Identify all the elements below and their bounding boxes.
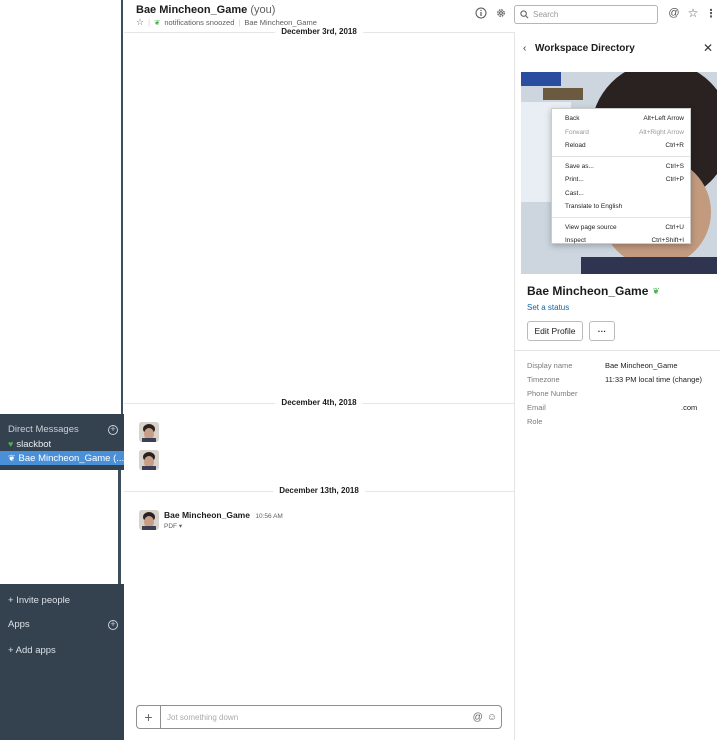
add-apps-link[interactable]: + Add apps (8, 645, 56, 656)
gear-icon[interactable] (494, 6, 508, 20)
field-value-email[interactable]: .com (681, 403, 697, 412)
field-label: Role (527, 417, 543, 426)
channel-subtitle-name: Bae Mincheon_Game (244, 18, 317, 27)
presence-icon: ❦ (652, 285, 660, 296)
edit-profile-button[interactable]: Edit Profile (527, 321, 583, 341)
app-window: Direct Messages + ♥ slackbot ❦ Bae Minch… (0, 0, 720, 740)
more-actions-button[interactable]: ··· (589, 321, 615, 341)
chevron-left-icon[interactable]: ‹ (523, 43, 526, 54)
invite-people-link[interactable]: + Invite people (8, 595, 70, 606)
add-dm-icon[interactable]: + (108, 424, 118, 435)
search-input[interactable]: Search (514, 5, 658, 24)
menu-item-view-source[interactable]: View page source Ctrl+U (552, 221, 690, 235)
direct-messages-section: Direct Messages + ♥ slackbot ❦ Bae Minch… (0, 414, 124, 470)
menu-item-print[interactable]: Print... Ctrl+P (552, 173, 690, 187)
date-label: December 3rd, 2018 (275, 27, 363, 36)
menu-item-forward: Forward Alt+Right Arrow (565, 128, 684, 136)
set-status-link[interactable]: Set a status (527, 303, 569, 312)
presence-icon: ❦ (154, 18, 161, 27)
menu-item-reload[interactable]: Reload Ctrl+R (552, 139, 690, 153)
field-label: Email (527, 403, 546, 412)
header-actions (474, 6, 508, 20)
search-icon (520, 10, 529, 19)
composer-input[interactable]: Jot something down (161, 713, 473, 722)
direct-messages-label: Direct Messages (8, 424, 79, 435)
header-actions-right: @ ☆ ⋮ (667, 6, 718, 20)
caret-down-icon[interactable]: ▾ (179, 523, 182, 530)
menu-item-translate[interactable]: Translate to English (552, 200, 690, 214)
avatar[interactable] (139, 510, 159, 530)
sidebar: Direct Messages + ♥ slackbot ❦ Bae Minch… (0, 0, 124, 740)
field-label: Timezone (527, 375, 560, 384)
sidebar-item-label: slackbot (16, 438, 52, 450)
menu-item-cast[interactable]: Cast... (552, 187, 690, 201)
mentions-icon[interactable]: @ (667, 6, 681, 20)
avatar[interactable] (139, 450, 159, 470)
date-divider: December 13th, 2018 (124, 486, 514, 496)
message-pane: Bae Mincheon_Game (you) ☆ | ❦ notificati… (124, 0, 717, 740)
info-icon[interactable] (474, 6, 488, 20)
profile-name: Bae Mincheon_Game ❦ (527, 284, 660, 298)
apps-header[interactable]: Apps + (8, 619, 118, 630)
sidebar-item-label: Bae Mincheon_Game (... (18, 452, 124, 464)
panel-divider (515, 350, 720, 351)
sidebar-bottom: + Invite people Apps + + Add apps (0, 584, 124, 740)
date-label: December 4th, 2018 (275, 398, 363, 407)
direct-messages-header[interactable]: Direct Messages + (8, 424, 118, 435)
attach-plus-icon[interactable]: + (137, 706, 161, 728)
search-placeholder: Search (533, 10, 559, 19)
date-divider: December 3rd, 2018 (124, 27, 514, 37)
context-menu: Back Alt+Left Arrow Forward Alt+Right Ar… (551, 108, 691, 244)
profile-photo: Back Alt+Left Arrow Forward Alt+Right Ar… (521, 72, 717, 274)
menu-item-save-as[interactable]: Save as... Ctrl+S (552, 160, 690, 174)
sidebar-item-slackbot[interactable]: ♥ slackbot (0, 437, 124, 451)
date-label: December 13th, 2018 (273, 486, 365, 495)
file-type: PDF (164, 523, 177, 530)
heart-icon: ♥ (8, 439, 14, 449)
message-composer[interactable]: + Jot something down @ ☺ (136, 705, 502, 729)
message-header: Bae Mincheon_Game 10:56 AM (164, 510, 283, 520)
add-app-icon[interactable]: + (108, 619, 118, 630)
panel-title: Workspace Directory (535, 43, 635, 54)
field-label: Phone Number (527, 389, 578, 398)
sidebar-item-self[interactable]: ❦ Bae Mincheon_Game (... (0, 451, 124, 465)
presence-icon: ❦ (8, 452, 16, 463)
file-attachment[interactable]: PDF ▾ (164, 522, 182, 530)
more-vertical-icon[interactable]: ⋮ (704, 6, 718, 20)
menu-divider (552, 216, 690, 218)
field-value-timezone[interactable]: 11:33 PM local time (change) (605, 375, 702, 384)
you-label: (you) (250, 4, 276, 16)
menu-item-inspect[interactable]: Inspect Ctrl+Shift+I (552, 234, 690, 248)
message-author[interactable]: Bae Mincheon_Game (164, 510, 250, 520)
field-label: Display name (527, 361, 573, 370)
message-timestamp[interactable]: 10:56 AM (255, 513, 282, 520)
avatar[interactable] (139, 422, 159, 442)
field-value: Bae Mincheon_Game (605, 361, 678, 370)
notifications-status[interactable]: notifications snoozed (164, 18, 234, 27)
panel-header: ‹ Workspace Directory ✕ (515, 32, 720, 65)
sidebar-gap (0, 470, 121, 584)
apps-label: Apps (8, 619, 30, 630)
workspace-directory-panel: ‹ Workspace Directory ✕ Back Alt+Left Ar… (514, 32, 720, 740)
channel-title[interactable]: Bae Mincheon_Game (you) (136, 4, 275, 16)
mention-icon[interactable]: @ (473, 712, 483, 723)
channel-title-name: Bae Mincheon_Game (136, 4, 248, 16)
close-icon[interactable]: ✕ (703, 41, 713, 55)
menu-divider (552, 155, 690, 157)
emoji-icon[interactable]: ☺ (487, 712, 497, 723)
star-icon[interactable]: ☆ (686, 6, 700, 20)
date-divider: December 4th, 2018 (124, 398, 514, 408)
sidebar-top (0, 0, 123, 414)
menu-item-back[interactable]: Back Alt+Left Arrow (552, 112, 690, 126)
